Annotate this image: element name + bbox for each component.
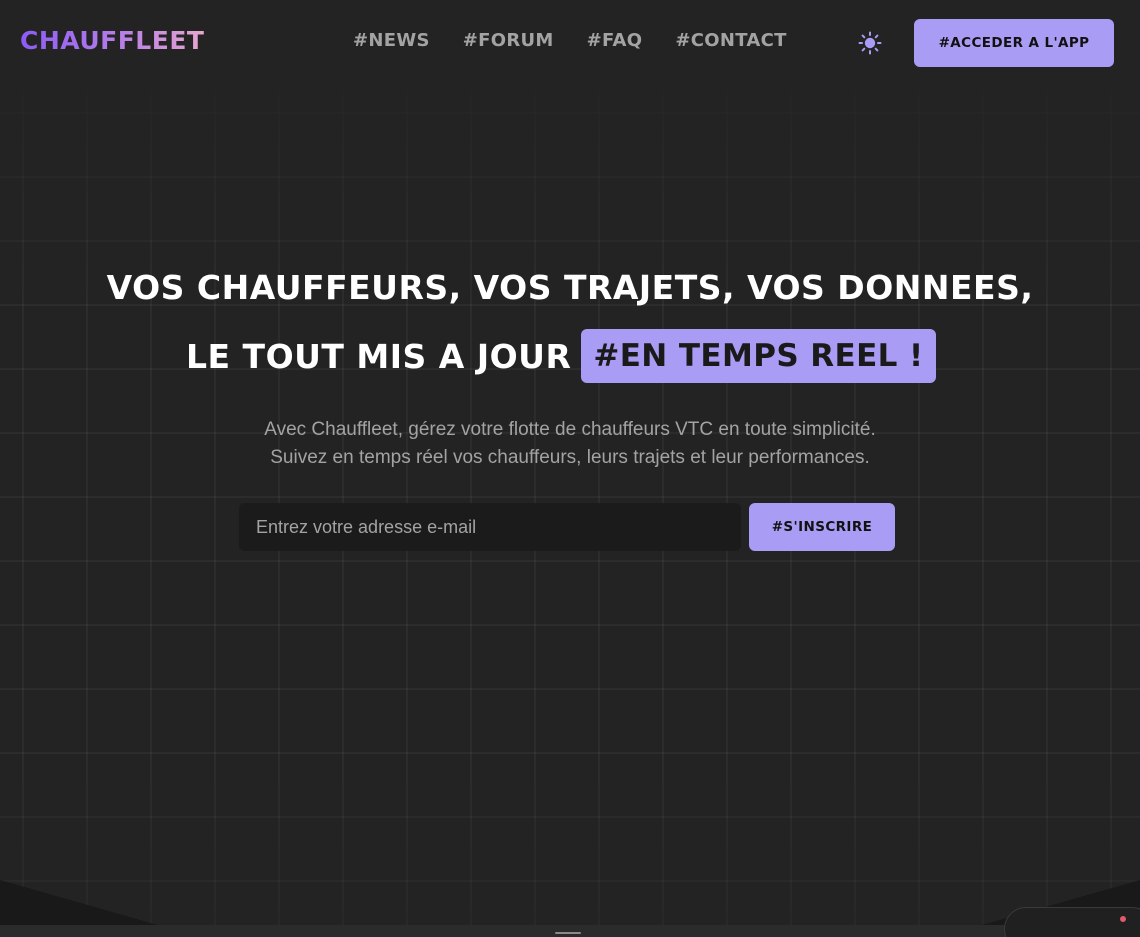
hero-subtitle: Avec Chauffleet, gérez votre flotte de c… (0, 416, 1140, 472)
notification-dot (1120, 916, 1126, 922)
site-header: CHAUFFLEET #NEWS #FORUM #FAQ #CONTACT #A… (0, 0, 1140, 86)
bottom-edge-bar (0, 925, 1140, 937)
hero-title-line2: LE TOUT MIS A JOUR #EN TEMPS REEL ! (186, 329, 936, 383)
floating-widget[interactable] (1004, 907, 1140, 937)
sun-icon (858, 31, 882, 55)
hero-title-line2-text: LE TOUT MIS A JOUR (186, 336, 572, 376)
hero-title-line1: VOS CHAUFFEURS, VOS TRAJETS, VOS DONNEES… (106, 268, 1034, 307)
signup-button[interactable]: #S'INSCRIRE (749, 503, 895, 551)
hero-subtitle-line1: Avec Chauffleet, gérez votre flotte de c… (264, 419, 876, 440)
email-input[interactable] (239, 503, 741, 551)
landing-page: CHAUFFLEET #NEWS #FORUM #FAQ #CONTACT #A… (0, 0, 1140, 937)
hero-highlight-badge: #EN TEMPS REEL ! (581, 329, 936, 383)
nav-link-news[interactable]: #NEWS (353, 30, 430, 51)
access-app-button[interactable]: #ACCEDER A L'APP (914, 19, 1114, 67)
hero-subtitle-line2: Suivez en temps réel vos chauffeurs, leu… (270, 447, 870, 468)
scroll-handle[interactable] (555, 932, 581, 934)
theme-toggle-button[interactable] (857, 30, 883, 56)
main-nav: #NEWS #FORUM #FAQ #CONTACT (353, 30, 787, 51)
nav-link-forum[interactable]: #FORUM (463, 30, 554, 51)
nav-link-contact[interactable]: #CONTACT (675, 30, 786, 51)
brand-logo[interactable]: CHAUFFLEET (20, 26, 204, 55)
nav-link-faq[interactable]: #FAQ (587, 30, 643, 51)
